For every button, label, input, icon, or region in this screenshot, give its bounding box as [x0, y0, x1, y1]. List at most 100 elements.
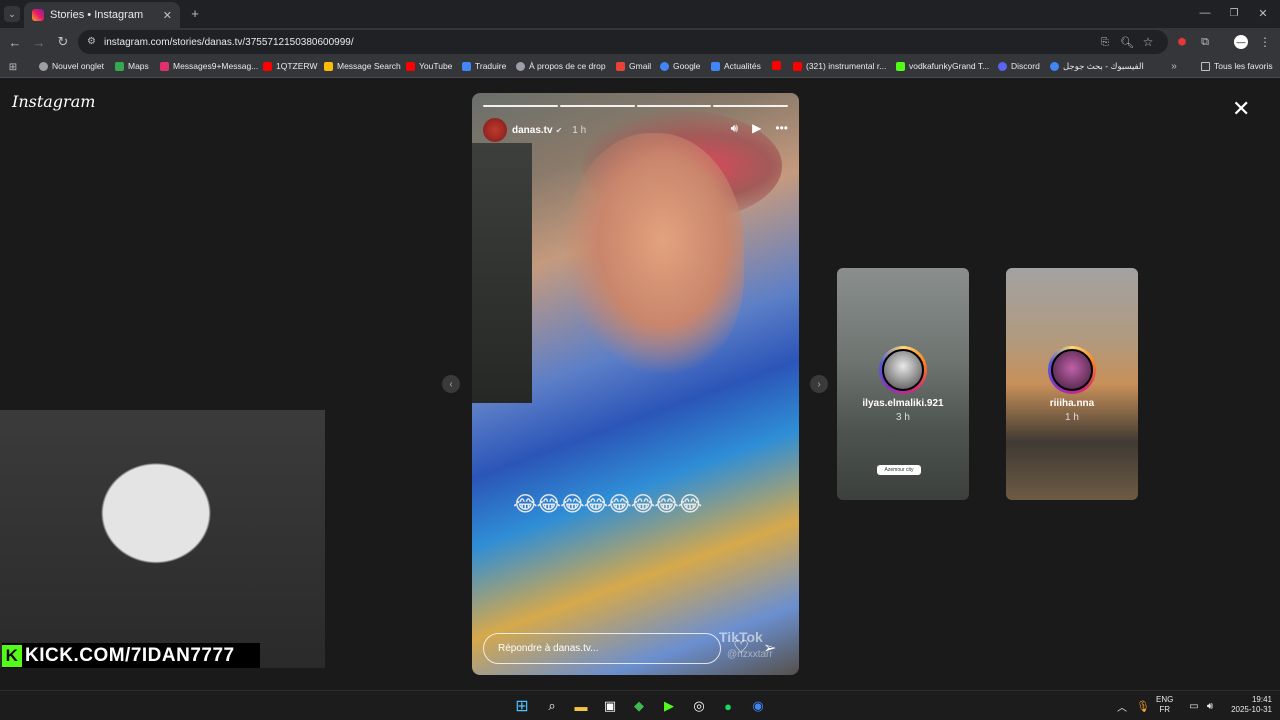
- discord-icon: [998, 61, 1007, 71]
- reload-icon[interactable]: ↻: [56, 34, 70, 49]
- bookmark-item[interactable]: 1QTZERW: [263, 61, 317, 71]
- progress-segment: [483, 105, 558, 107]
- browser-menu-icon[interactable]: ⋮: [1258, 35, 1272, 49]
- volume-tray-icon[interactable]: 🔊︎: [1200, 696, 1220, 716]
- app-icon[interactable]: ◆: [629, 696, 649, 716]
- bookmark-item[interactable]: Traduire: [462, 61, 506, 71]
- story-ring-avatar: [879, 346, 927, 394]
- bookmark-item[interactable]: Actualités: [711, 61, 761, 71]
- zoom-icon[interactable]: 🔍︎: [1120, 35, 1134, 49]
- bookmark-label: Maps: [128, 61, 149, 71]
- url-text: instagram.com/stories/danas.tv/375571215…: [104, 36, 354, 48]
- profile-avatar-icon[interactable]: —: [1234, 35, 1248, 49]
- story-header: danas.tv ✔ 1 h 🔊︎ ▶ •••: [483, 117, 788, 143]
- windows-taskbar: ⊞ ⌕ ▬ ▣ ◆ ▶ ◎ ● ◉ ︿ 🎙︎ ENG FR ▭ 🔊︎ 19:41…: [0, 690, 1280, 720]
- all-bookmarks[interactable]: Tous les favoris: [1201, 61, 1273, 71]
- bookmark-label: Messages9+Messag...: [173, 61, 259, 71]
- bookmark-item[interactable]: Message Search: [324, 61, 401, 71]
- file-explorer-icon[interactable]: ▬: [571, 696, 591, 716]
- search-icon[interactable]: ⌕: [542, 696, 562, 716]
- bookmark-item[interactable]: Messages9+Messag...: [160, 61, 258, 71]
- bookmark-item[interactable]: Nouvel onglet: [39, 61, 104, 71]
- previous-story-button[interactable]: ‹: [442, 375, 460, 393]
- tab-search-icon[interactable]: ⌄: [4, 6, 20, 22]
- windows-start-icon[interactable]: ⊞: [512, 696, 532, 716]
- bookmark-label: 1QTZERW: [276, 61, 318, 71]
- forward-icon[interactable]: →: [32, 35, 46, 50]
- bookmark-item[interactable]: الفيسبوك - بحث جوجل: [1050, 61, 1144, 72]
- next-story-button[interactable]: ›: [810, 375, 828, 393]
- store-icon[interactable]: ▣: [600, 696, 620, 716]
- like-heart-icon[interactable]: ♡: [733, 637, 749, 658]
- thumbnail-username: ilyas.elmaliki.921: [862, 398, 944, 409]
- more-options-icon[interactable]: •••: [775, 121, 788, 136]
- apps-grid-icon[interactable]: ⊞: [7, 61, 19, 73]
- extensions-puzzle-icon[interactable]: ⧉: [1198, 35, 1212, 49]
- story-username[interactable]: danas.tv: [512, 125, 553, 136]
- bookmark-item[interactable]: [772, 61, 785, 70]
- site-info-icon[interactable]: ⚙: [87, 36, 96, 47]
- language-indicator[interactable]: ENG FR: [1156, 695, 1173, 715]
- youtube-icon: [406, 61, 415, 71]
- back-icon[interactable]: ←: [8, 35, 22, 50]
- google-icon: [660, 61, 669, 71]
- youtube-icon: [263, 61, 272, 71]
- send-icon[interactable]: ➢: [763, 638, 776, 658]
- bookmark-label: Nouvel onglet: [52, 61, 104, 71]
- thumbnail-time: 1 h: [1065, 412, 1079, 423]
- lang-bottom: FR: [1159, 705, 1170, 714]
- bookmark-item[interactable]: À propos de ce drop: [516, 61, 606, 71]
- story-avatar[interactable]: [483, 118, 507, 142]
- instagram-icon: [32, 9, 44, 21]
- story-background-door: [472, 143, 532, 403]
- address-bar[interactable]: ⚙ instagram.com/stories/danas.tv/3755712…: [78, 30, 1168, 54]
- next-story-thumbnail-1[interactable]: ilyas.elmaliki.921 3 h Azemour city: [837, 268, 969, 500]
- new-tab-icon[interactable]: +: [188, 6, 202, 21]
- bookmark-item[interactable]: Google: [660, 61, 700, 71]
- obs-icon[interactable]: ◎: [689, 696, 709, 716]
- bookmark-item[interactable]: Discord: [998, 61, 1040, 71]
- bookmark-label: Google: [673, 61, 701, 71]
- bookmarks-bar: ⊞ Nouvel onglet Maps Messages9+Messag... 1Q…: [0, 56, 1280, 78]
- globe-icon: [39, 61, 48, 71]
- maps-icon: [115, 61, 124, 71]
- tab-stories[interactable]: Stories • Instagram ✕: [24, 2, 180, 28]
- maximize-icon[interactable]: ❐: [1227, 6, 1241, 20]
- close-window-icon[interactable]: ✕: [1256, 6, 1270, 20]
- bookmark-item[interactable]: (321) instrumental r...: [793, 61, 886, 71]
- bookmark-item[interactable]: vodkafunkyGrand T...: [896, 61, 989, 71]
- next-story-thumbnail-2[interactable]: riiiha.nna 1 h: [1006, 268, 1138, 500]
- minimize-icon[interactable]: —: [1198, 6, 1212, 20]
- kick-app-icon[interactable]: ▶: [659, 696, 679, 716]
- play-icon[interactable]: ▶: [752, 121, 761, 136]
- bookmark-label: Discord: [1011, 61, 1040, 71]
- tray-overflow-icon[interactable]: ︿: [1112, 696, 1132, 716]
- volume-icon[interactable]: 🔊︎: [731, 121, 739, 136]
- bookmark-label: YouTube: [419, 61, 453, 71]
- instagram-logo[interactable]: Instagram: [12, 92, 95, 111]
- browser-toolbar: ← → ↻ ⚙ instagram.com/stories/danas.tv/3…: [0, 28, 1280, 56]
- bookmark-item[interactable]: Maps: [115, 61, 149, 71]
- story-player[interactable]: danas.tv ✔ 1 h 🔊︎ ▶ ••• 😂😂😂😂😂😂😂😂 TikTok …: [472, 93, 799, 675]
- clock[interactable]: 19:41 2025-10-31: [1226, 695, 1272, 715]
- extension-icon[interactable]: ⬢: [1175, 35, 1189, 49]
- bookmark-label: vodkafunkyGrand T...: [909, 61, 990, 71]
- story-reply-input[interactable]: [483, 633, 721, 664]
- microphone-icon[interactable]: 🎙︎: [1133, 696, 1153, 716]
- clock-time: 19:41: [1251, 695, 1272, 704]
- bookmark-item[interactable]: Gmail: [616, 61, 651, 71]
- kick-banner: K KICK.COM/7IDAN7777: [2, 643, 260, 668]
- progress-segment: [636, 105, 712, 107]
- bookmark-star-icon[interactable]: ☆: [1141, 35, 1155, 49]
- close-stories-icon[interactable]: ✕: [1232, 96, 1250, 122]
- instagram-icon: [160, 61, 169, 71]
- chrome-icon[interactable]: ◉: [748, 696, 768, 716]
- tab-strip: ⌄ Stories • Instagram ✕ + — ❐ ✕: [0, 0, 1280, 28]
- more-bookmarks-icon[interactable]: »: [1168, 60, 1180, 72]
- youtube-icon: [772, 61, 781, 70]
- bookmark-item[interactable]: YouTube: [406, 61, 452, 71]
- spotify-icon[interactable]: ●: [718, 696, 738, 716]
- install-app-icon[interactable]: ⎘: [1098, 35, 1112, 49]
- close-tab-icon[interactable]: ✕: [163, 9, 172, 22]
- all-bookmarks-label: Tous les favoris: [1214, 61, 1273, 71]
